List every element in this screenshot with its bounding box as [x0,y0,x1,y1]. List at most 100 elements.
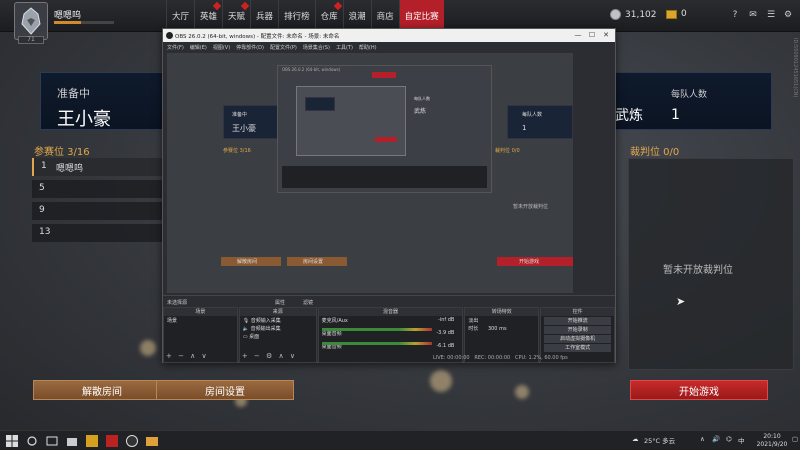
wolf-emblem-icon [21,7,41,35]
notify-dot-icon [212,1,222,11]
game-mode: 武炼 [615,108,643,124]
judge-panel: 暂未开放裁判位 [628,158,794,370]
menu-icon[interactable]: ☰ [766,10,776,20]
scene-controls[interactable]: + − ∧ ∨ [166,352,209,360]
source-item[interactable]: 🔈 音频输出采集 [240,324,316,332]
obs-menu-bar: 文件(F) 编辑(E) 视图(V) 停靠部件(D) 配置文件(P) 场景集合(S… [163,42,615,52]
preview-team-panel: 每队人数 1 [507,105,573,139]
prep-label: 准备中 [57,87,90,100]
virtual-camera-button[interactable]: 启动虚拟摄像机 [544,335,611,343]
folder-icon[interactable] [146,435,158,447]
menu-tools[interactable]: 工具(T) [336,44,353,51]
audio-meter [321,342,432,345]
silver-currency: 31,102 [610,9,657,20]
weather-text[interactable]: 25°C 多云 [644,435,675,445]
windows-taskbar: ☁ 25°C 多云 ∧ 🔊 ⌬ 中 20:10 2021/9/20 ▢ [0,430,800,450]
player-id-vertical: ID:5509012451651(CN) [792,38,798,98]
menu-docks[interactable]: 停靠部件(D) [236,44,264,51]
room-settings-button[interactable]: 房间设置 [156,380,294,400]
gold-bar-icon [666,9,677,19]
nested-inner-capture [296,86,406,156]
start-game-button[interactable]: 开始游戏 [630,380,768,400]
search-icon[interactable] [26,435,38,447]
game-app-icon[interactable] [86,435,98,447]
menu-help[interactable]: 帮助(H) [359,44,377,51]
mail-icon[interactable]: ✉ [748,10,758,20]
judge-empty-text: 暂未开放裁判位 [663,265,733,276]
judge-slots-title: 裁判位 0/0 [630,147,680,158]
source-controls[interactable]: + − ⚙ ∧ ∨ [242,352,297,360]
transition-select[interactable]: 淡出 [465,316,538,324]
prep-status-panel: 准备中 王小豪 [40,72,164,130]
notify-dot-icon [240,1,250,11]
contest-slot[interactable]: 9 [32,202,164,220]
team-info-panel: 武炼 每队人数 1 [614,72,772,130]
xp-bar [54,21,114,24]
obs-logo-icon [166,32,173,39]
volume-icon[interactable]: 🔊 [712,435,720,443]
source-item[interactable]: ▭ 桌面 [240,332,316,340]
player-avatar[interactable] [14,2,48,40]
nested-obs-capture: OBS 26.0.2 (64-bit, windows) 每队人数 武炼 [277,65,492,193]
menu-scene-collection[interactable]: 场景集合(S) [303,44,330,51]
contest-slot[interactable]: 5 [32,180,164,198]
sources-dock: 来源 🎙 音频输入采集 🔈 音频输出采集 ▭ 桌面 + − ⚙ ∧ ∨ [238,307,317,363]
menu-profile[interactable]: 配置文件(P) [270,44,297,51]
contest-slot[interactable]: 1 嗯嗯呜 [32,158,164,176]
bokeh-light [515,385,529,399]
contest-slots-title: 参赛位 3/16 [34,147,90,158]
store-icon[interactable] [66,435,78,447]
network-icon[interactable]: ⌬ [726,435,732,443]
minimize-icon[interactable]: — [571,29,585,42]
task-view-icon[interactable] [46,435,58,447]
obs-title-bar[interactable]: OBS 26.0.2 (64-bit, windows) - 配置文件: 未命名… [163,29,615,42]
tray-expand-icon[interactable]: ∧ [700,435,705,443]
no-source-label: 未选择源 [167,300,188,306]
mouse-cursor-icon: ➤ [676,295,686,308]
menu-edit[interactable]: 编辑(E) [190,44,207,51]
disband-room-button[interactable]: 解散房间 [33,380,171,400]
properties-button[interactable]: 属性 [275,299,285,306]
input-language[interactable]: 中 [738,435,745,445]
windows-start-icon[interactable] [6,435,18,447]
record-app-icon[interactable] [106,435,118,447]
room-owner-name: 王小豪 [57,109,111,130]
nested-nav-active [372,72,396,78]
mixer-channel: 麦克风/Aux -inf dB [321,317,455,324]
avatar-level: 71 [18,36,44,44]
gold-currency: 0 [666,9,687,19]
nested-docks [282,166,487,188]
preview-disband-button: 解散房间 [221,257,281,266]
source-item[interactable]: 🎙 音频输入采集 [240,316,316,324]
weather-icon[interactable]: ☁ [632,435,639,443]
menu-view[interactable]: 视图(V) [213,44,230,51]
close-icon[interactable]: ✕ [599,29,613,42]
studio-mode-button[interactable]: 工作室模式 [544,344,611,352]
preview-settings-button: 房间设置 [287,257,347,266]
menu-file[interactable]: 文件(F) [167,44,184,51]
help-icon[interactable]: ? [730,10,740,20]
transition-duration[interactable]: 时长 300 ms [465,324,538,332]
contest-slot[interactable]: 13 [32,224,164,242]
settings-gear-icon[interactable]: ⚙ [783,10,793,20]
preview-contest-title: 参赛位 3/16 [223,148,251,154]
preview-judge-empty: 暂未开放裁判位 [513,204,549,210]
audio-meter [321,328,432,331]
maximize-icon[interactable]: ☐ [585,29,599,42]
preview-judge-title: 裁判位 0/0 [495,148,520,154]
bokeh-light [140,340,156,356]
start-record-button[interactable]: 开始录制 [544,326,611,334]
obs-taskbar-icon[interactable] [126,435,138,447]
system-clock[interactable]: 20:10 2021/9/20 [752,433,792,449]
silver-coin-icon [610,9,621,20]
team-size-value: 1 [671,107,680,123]
scenes-dock: 场景 场景 + − ∧ ∨ [163,307,238,363]
obs-right-scroll-area[interactable] [574,53,612,293]
notification-icon[interactable]: ▢ [792,435,798,443]
scene-item[interactable]: 场景 [164,316,237,324]
player-name: 嗯嗯呜 [54,11,82,21]
bokeh-light [430,370,452,392]
obs-preview-canvas[interactable]: 准备中 王小豪 参赛位 3/16 每队人数 1 裁判位 0/0 暂未开放裁判位 … [167,53,573,293]
start-stream-button[interactable]: 开始推流 [544,317,611,325]
filters-button[interactable]: 滤镜 [303,299,313,306]
